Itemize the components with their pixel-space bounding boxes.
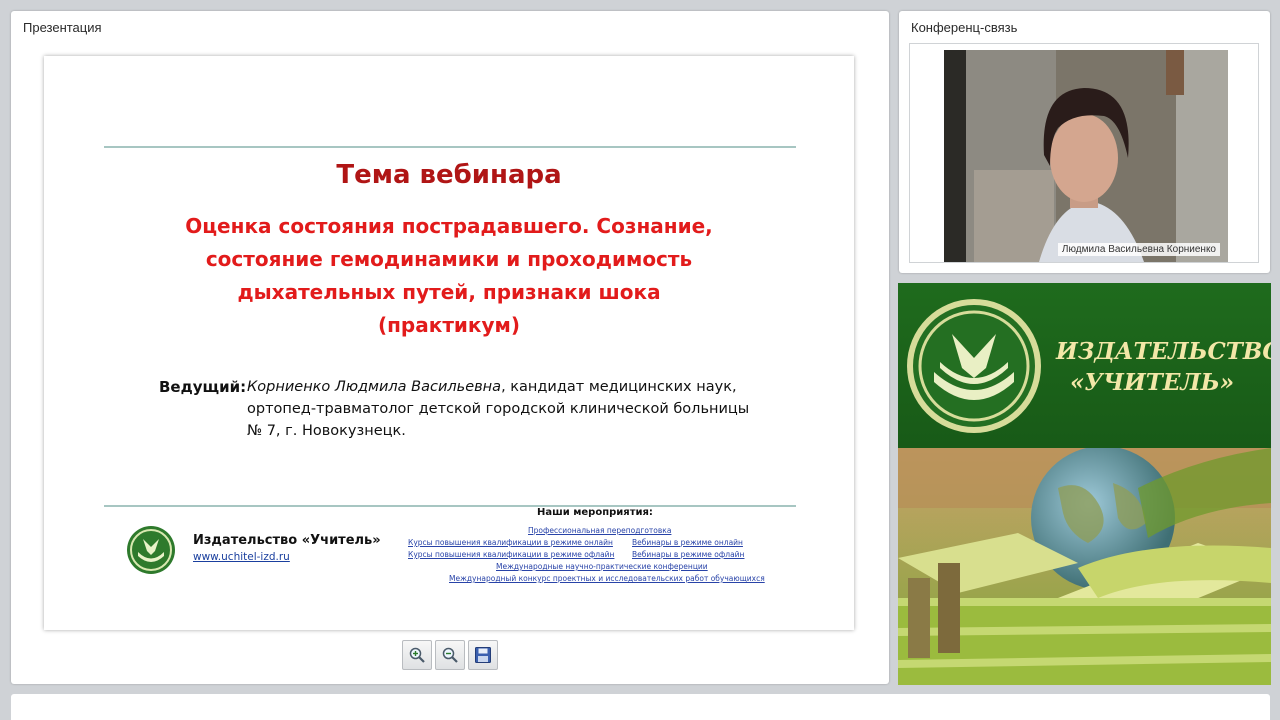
slide-topic-line: состояние гемодинамики и проходимость <box>205 247 693 271</box>
participant-webcam-image <box>944 50 1228 262</box>
zoom-out-button[interactable] <box>435 640 465 670</box>
publisher-logo-icon <box>127 526 175 574</box>
conference-panel-title: Конференц-связь <box>911 20 1018 35</box>
event-link[interactable]: Вебинары в режиме офлайн <box>632 550 744 559</box>
publisher-url-link[interactable]: www.uchitel-izd.ru <box>193 551 290 563</box>
event-link[interactable]: Вебинары в режиме онлайн <box>632 538 743 547</box>
publisher-banner[interactable]: ИЗДАТЕЛЬСТВО «УЧИТЕЛЬ» <box>898 283 1271 685</box>
slide-topic-line: (практикум) <box>377 313 521 337</box>
zoom-out-icon <box>442 647 458 663</box>
presentation-slide: Тема вебинара Оценка состояния пострадав… <box>44 56 854 630</box>
save-button[interactable] <box>468 640 498 670</box>
slide-heading: Тема вебинара <box>336 160 562 190</box>
presenter-label: Ведущий: <box>159 378 247 396</box>
banner-header: ИЗДАТЕЛЬСТВО «УЧИТЕЛЬ» <box>898 283 1271 448</box>
event-link[interactable]: Международные научно-практические конфер… <box>496 562 708 571</box>
conference-panel: Конференц-связь Людмила Васильевна Корни… <box>899 11 1270 273</box>
event-link[interactable]: Международный конкурс проектных и исслед… <box>449 574 765 583</box>
slide-topic-line: дыхательных путей, признаки шока <box>237 280 661 304</box>
slide-top-divider <box>104 146 796 148</box>
events-title: Наши мероприятия: <box>537 507 653 518</box>
presenter-name: Корниенко Людмила Васильевна <box>247 379 502 395</box>
presenter-line-3: № 7, г. Новокузнецк. <box>247 423 406 439</box>
bottom-bar <box>11 694 1270 720</box>
banner-logo-icon <box>907 299 1041 433</box>
video-frame: Людмила Васильевна Корниенко <box>909 43 1259 263</box>
banner-name-line2: «УЧИТЕЛЬ» <box>1070 369 1235 396</box>
books-globe-image <box>898 448 1271 685</box>
presentation-panel-title: Презентация <box>23 20 102 35</box>
presenter-degree: , кандидат медицинских наук, <box>501 379 737 395</box>
event-link[interactable]: Профессиональная переподготовка <box>528 526 671 535</box>
presenter-line-1: Корниенко Людмила Васильевна, кандидат м… <box>247 379 737 395</box>
event-link[interactable]: Курсы повышения квалификации в режиме он… <box>408 538 613 547</box>
slide-topic-line: Оценка состояния пострадавшего. Сознание… <box>185 214 713 238</box>
slide-bottom-divider <box>104 505 796 507</box>
presentation-panel: Презентация Тема вебинара Оценка состоян… <box>11 11 889 684</box>
zoom-in-icon <box>409 647 425 663</box>
participant-name-caption: Людмила Васильевна Корниенко <box>1057 243 1220 256</box>
save-icon <box>475 647 491 663</box>
event-link[interactable]: Курсы повышения квалификации в режиме оф… <box>408 550 614 559</box>
publisher-name: Издательство «Учитель» <box>193 533 381 548</box>
presenter-line-2: ортопед-травматолог детской городской кл… <box>247 401 750 417</box>
banner-name-line1: ИЗДАТЕЛЬСТВО <box>1056 338 1271 365</box>
zoom-in-button[interactable] <box>402 640 432 670</box>
participant-video[interactable]: Людмила Васильевна Корниенко <box>944 50 1228 262</box>
